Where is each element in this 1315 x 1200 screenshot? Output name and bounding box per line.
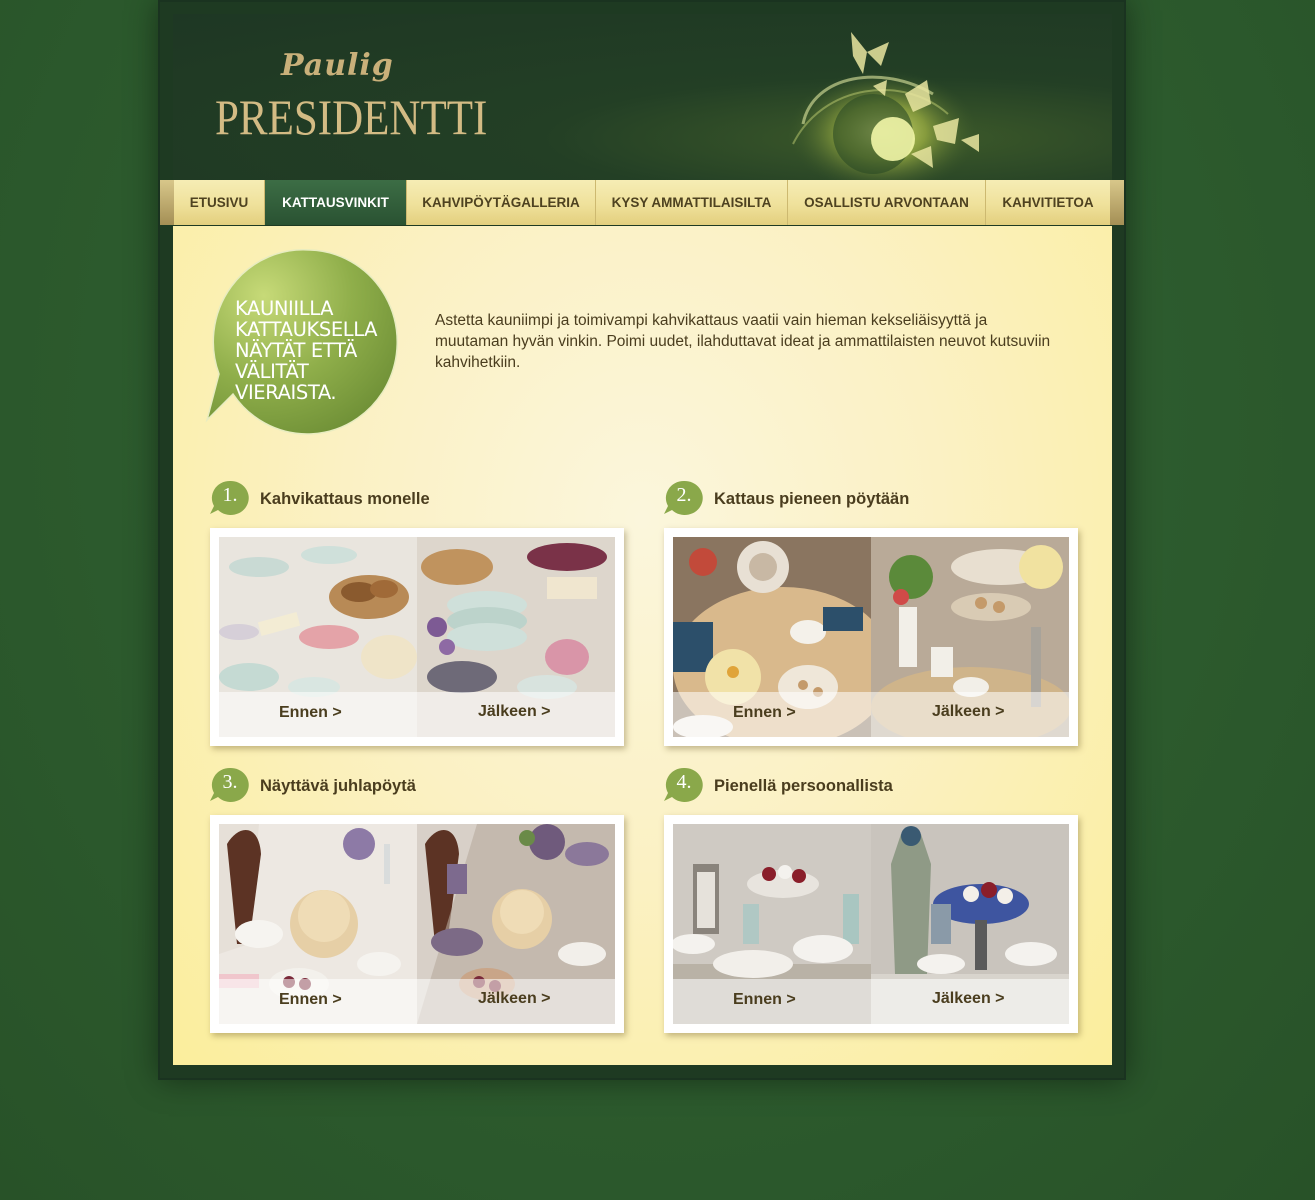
intro-text: Astetta kauniimpi ja toimivampi kahvikat… [435,312,1051,371]
section-1: 1. Kahvikattaus monelle Ennen > Jälkeen … [210,480,630,752]
before-link[interactable]: Ennen > [733,704,796,722]
before-link[interactable]: Ennen > [279,991,342,1009]
before-after-card: Ennen > Jälkeen > [210,528,624,746]
nav-item-kysy-ammattilaisilta[interactable]: KYSY AMMATTILAISILTA [596,180,788,225]
section-title[interactable]: Näyttävä juhlapöytä [260,777,416,796]
section-number: 4. [676,771,692,793]
bubble-headline: KAUNIILLA KATTAUKSELLA NÄYTÄT ETTÄ VÄLIT… [235,298,405,403]
section-number: 3. [222,771,238,793]
main-content: KAUNIILLA KATTAUKSELLA NÄYTÄT ETTÄ VÄLIT… [173,226,1112,1065]
table-setting-photo: Ennen > Jälkeen > [673,824,1069,1024]
main-navigation: ETUSIVU KATTAUSVINKIT KAHVIPÖYTÄGALLERIA… [160,180,1124,225]
presidentti-logo[interactable]: PRESIDENTTI [215,88,487,146]
after-link[interactable]: Jälkeen > [478,990,551,1008]
after-link[interactable]: Jälkeen > [478,703,551,721]
nav-item-osallistu-arvontaan[interactable]: OSALLISTU ARVONTAAN [788,180,986,225]
nav-item-kahvitietoa[interactable]: KAHVITIETOA [986,180,1110,225]
nav-right-cap [1110,180,1124,225]
nav-item-kahvipoytagalleria[interactable]: KAHVIPÖYTÄGALLERIA [407,180,596,225]
section-4: 4. Pienellä persoonallista Ennen > Jälke… [664,767,1084,1039]
after-link[interactable]: Jälkeen > [932,703,1005,721]
section-title[interactable]: Pienellä persoonallista [714,777,893,796]
bubble-line: NÄYTÄT ETTÄ [235,339,357,362]
bubble-line: VIERAISTA. [235,381,337,404]
section-3: 3. Näyttävä juhlapöytä Ennen > Jälkeen > [210,767,630,1039]
before-link[interactable]: Ennen > [733,991,796,1009]
section-2: 2. Kattaus pieneen pöytään Ennen > Jälke… [664,480,1084,752]
nav-left-cap [160,180,174,225]
section-number: 1. [222,484,238,506]
after-link[interactable]: Jälkeen > [932,990,1005,1008]
table-setting-photo: Ennen > Jälkeen > [673,537,1069,737]
nav-item-etusivu[interactable]: ETUSIVU [174,180,265,225]
before-after-card: Ennen > Jälkeen > [664,528,1078,746]
section-title[interactable]: Kahvikattaus monelle [260,490,430,509]
paulig-logo[interactable]: Paulig [281,48,394,83]
section-title[interactable]: Kattaus pieneen pöytään [714,490,909,509]
bubble-line: VÄLITÄT [235,360,309,383]
site-header: Paulig PRESIDENTTI [173,14,1112,180]
before-link[interactable]: Ennen > [279,704,342,722]
nav-item-kattausvinkit[interactable]: KATTAUSVINKIT [265,180,407,225]
bubble-line: KAUNIILLA [235,297,334,320]
before-after-card: Ennen > Jälkeen > [664,815,1078,1033]
bubble-line: KATTAUKSELLA [235,318,378,341]
butterfly-swirl-illustration [788,32,979,180]
before-after-card: Ennen > Jälkeen > [210,815,624,1033]
section-number: 2. [676,484,692,506]
table-setting-photo: Ennen > Jälkeen > [219,537,615,737]
table-setting-photo: Ennen > Jälkeen > [219,824,615,1024]
